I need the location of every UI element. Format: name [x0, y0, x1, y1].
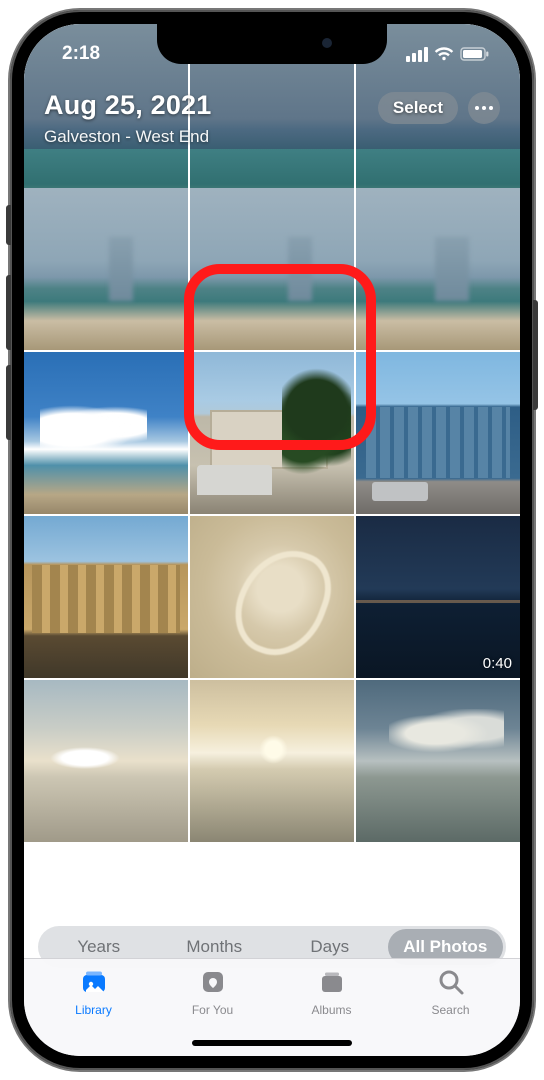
photo-grid[interactable]: 0:40 [24, 24, 520, 929]
video-duration-badge: 0:40 [483, 655, 512, 672]
header-date: Aug 25, 2021 [44, 90, 212, 121]
tab-label: For You [192, 1003, 233, 1017]
photo-thumbnail[interactable] [190, 516, 354, 678]
for-you-icon [197, 967, 229, 1000]
photo-thumbnail[interactable] [24, 352, 188, 514]
select-button[interactable]: Select [378, 92, 458, 124]
photo-thumbnail[interactable] [190, 680, 354, 842]
power-button [533, 300, 538, 410]
header-location: Galveston - West End [44, 127, 212, 147]
tab-label: Search [431, 1003, 469, 1017]
library-icon [78, 967, 110, 1000]
status-time: 2:18 [62, 43, 100, 65]
tab-search[interactable]: Search [391, 967, 510, 1056]
volume-up-button [6, 275, 11, 350]
photo-thumbnail[interactable] [24, 516, 188, 678]
photo-thumbnail[interactable] [190, 188, 354, 350]
status-right [406, 47, 490, 62]
ellipsis-icon [475, 106, 493, 110]
albums-icon [316, 967, 348, 1000]
photo-thumbnail[interactable] [24, 680, 188, 842]
battery-icon [460, 47, 490, 61]
tab-label: Albums [311, 1003, 351, 1017]
photo-thumbnail[interactable] [356, 352, 520, 514]
tab-label: Library [75, 1003, 112, 1017]
photo-thumbnail[interactable] [356, 188, 520, 350]
mute-switch [6, 205, 11, 245]
notch [157, 24, 387, 64]
wifi-icon [434, 47, 454, 62]
photo-thumbnail[interactable] [190, 352, 354, 514]
home-indicator[interactable] [192, 1040, 352, 1046]
photo-thumbnail[interactable] [356, 680, 520, 842]
library-header: Aug 25, 2021 Galveston - West End Select [24, 82, 520, 155]
cellular-icon [406, 47, 428, 62]
volume-down-button [6, 365, 11, 440]
video-thumbnail[interactable]: 0:40 [356, 516, 520, 678]
photo-thumbnail[interactable] [24, 188, 188, 350]
phone-frame: 2:18 [10, 10, 534, 1070]
screen: 2:18 [24, 24, 520, 1056]
search-icon [435, 967, 467, 1000]
tab-library[interactable]: Library [34, 967, 153, 1056]
more-button[interactable] [468, 92, 500, 124]
